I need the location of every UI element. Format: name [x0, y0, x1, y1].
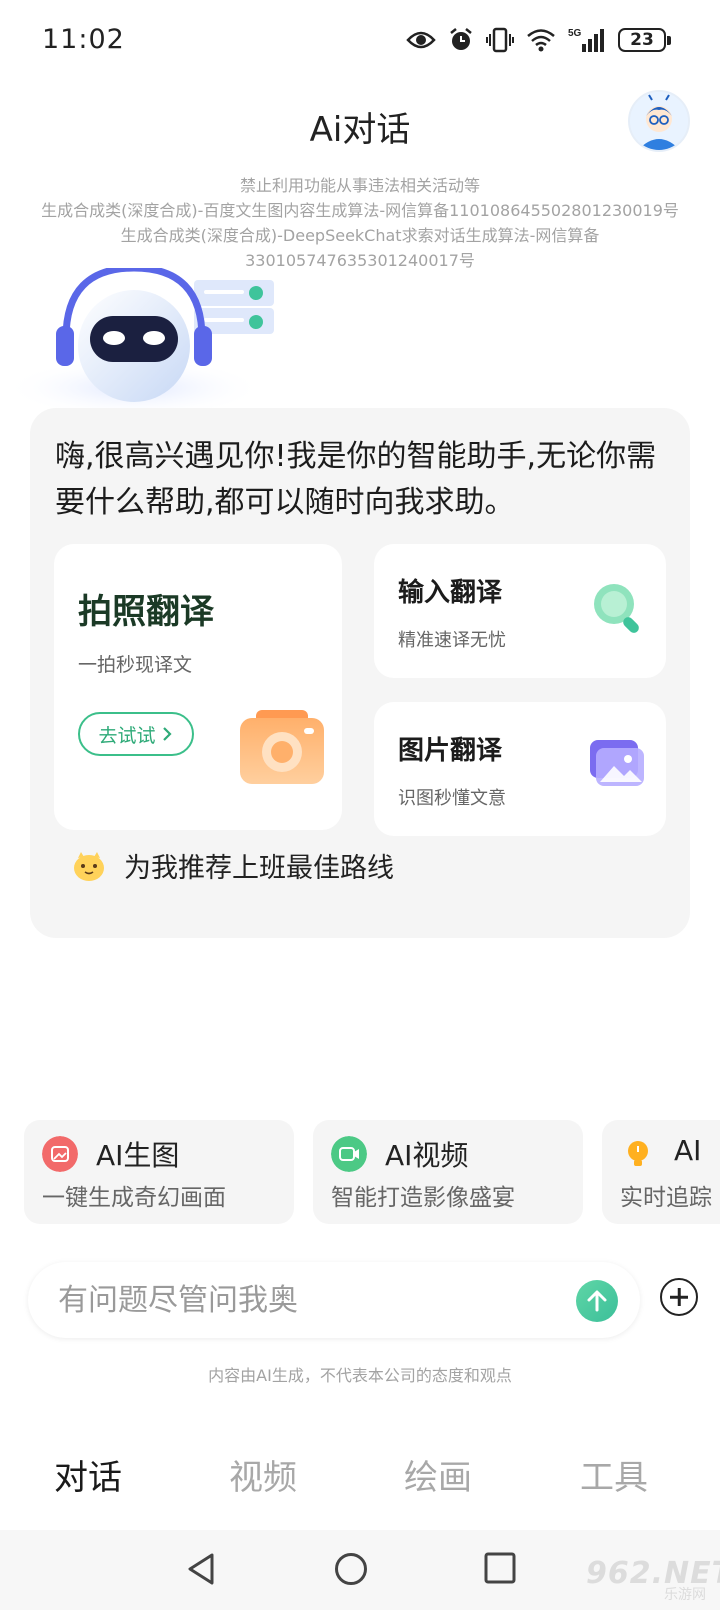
chevron-right-icon	[162, 727, 172, 741]
eye-icon	[406, 31, 436, 49]
chat-input[interactable]	[58, 1276, 538, 1324]
vibrate-icon	[486, 27, 514, 53]
svg-text:5G: 5G	[568, 28, 582, 39]
photo-translate-subtitle: 一拍秒现译文	[78, 654, 193, 676]
chip-subtitle: 实时追踪	[620, 1185, 712, 1211]
picture-icon	[590, 740, 644, 786]
tab-drawing[interactable]: 绘画	[378, 1450, 498, 1499]
chat-input-bar	[28, 1262, 640, 1338]
chip-subtitle: 智能打造影像盛宴	[331, 1185, 515, 1211]
ai-image-chip[interactable]: AI生图 一键生成奇幻画面	[24, 1120, 294, 1224]
suggestion-item[interactable]: 为我推荐上班最佳路线	[72, 846, 394, 885]
watermark-sub: 乐游网	[664, 1587, 706, 1603]
battery-indicator: 23	[618, 28, 671, 52]
notice-line: 禁止利用功能从事违法相关活动等	[239, 176, 480, 195]
back-icon[interactable]	[186, 1552, 216, 1586]
ai-video-chip[interactable]: AI视频 智能打造影像盛宴	[313, 1120, 583, 1224]
magnifier-icon	[594, 584, 639, 633]
tab-chat[interactable]: 对话	[28, 1450, 148, 1499]
tab-tools[interactable]: 工具	[554, 1450, 674, 1499]
notice-line: 生成合成类(深度合成)-百度文生图内容生成算法-网信算备110108645502…	[41, 201, 679, 220]
ai-disclaimer: 内容由AI生成，不代表本公司的态度和观点	[208, 1366, 512, 1385]
greeting-text: 嗨,很高兴遇见你!我是你的智能助手,无论你需要什么帮助,都可以随时向我求助。	[55, 439, 657, 520]
input-translate-tile[interactable]: 输入翻译 精准速译无忧	[374, 544, 666, 678]
alarm-icon	[450, 28, 472, 50]
photo-translate-tile[interactable]: 拍照翻译 一拍秒现译文 去试试	[54, 544, 342, 830]
wifi-icon	[527, 29, 555, 52]
home-icon[interactable]	[334, 1552, 368, 1586]
tab-video[interactable]: 视频	[203, 1450, 323, 1499]
chip-title: AI生图	[96, 1139, 180, 1172]
send-button[interactable]	[576, 1280, 618, 1322]
system-nav-bar: 962.NET 乐游网	[0, 1530, 720, 1610]
chip-subtitle: 一键生成奇幻画面	[42, 1185, 226, 1211]
try-button-label: 去试试	[98, 724, 156, 747]
input-translate-subtitle: 精准速译无忧	[398, 630, 506, 651]
user-avatar-icon	[630, 92, 688, 150]
photo-translate-title: 拍照翻译	[78, 592, 214, 632]
chip-title: AI	[674, 1134, 702, 1167]
feature-chips: AI生图 一键生成奇幻画面 AI视频 智能打造影像盛宴 AI 实时追踪	[24, 1120, 720, 1224]
arrow-up-icon	[587, 1290, 607, 1312]
avatar[interactable]	[628, 90, 690, 152]
bottom-tabs: 对话 视频 绘画 工具	[0, 1450, 720, 1520]
suggestion-text: 为我推荐上班最佳路线	[124, 853, 394, 884]
camera-icon	[240, 710, 324, 784]
image-translate-subtitle: 识图秒懂文意	[398, 788, 506, 809]
bulb-icon	[628, 1141, 648, 1166]
image-translate-tile[interactable]: 图片翻译 识图秒懂文意	[374, 702, 666, 836]
signal-5g-icon: 5G	[568, 28, 604, 52]
video-icon	[331, 1136, 367, 1172]
watermark-logo: 962.NET 乐游网	[582, 1556, 720, 1606]
image-gen-icon	[42, 1136, 78, 1172]
emoji-face-icon	[74, 851, 104, 881]
notice-line: 生成合成类(深度合成)-DeepSeekChat求索对话生成算法-网信算备	[120, 226, 600, 245]
regulatory-notice: 禁止利用功能从事违法相关活动等 生成合成类(深度合成)-百度文生图内容生成算法-…	[0, 173, 720, 273]
ai-track-chip[interactable]: AI 实时追踪	[602, 1120, 720, 1224]
recents-icon[interactable]	[484, 1552, 516, 1584]
add-button[interactable]	[660, 1278, 698, 1316]
try-button[interactable]: 去试试	[78, 712, 194, 756]
image-translate-title: 图片翻译	[398, 736, 503, 766]
status-time: 11:02	[42, 24, 125, 55]
input-translate-title: 输入翻译	[398, 578, 503, 608]
page-title: Ai对话	[309, 110, 411, 150]
robot-mascot-icon	[4, 268, 274, 418]
status-icons: 5G 23	[406, 26, 671, 54]
welcome-card: 嗨,很高兴遇见你!我是你的智能助手,无论你需要什么帮助,都可以随时向我求助。 拍…	[30, 408, 690, 938]
status-bar: 11:02 5G 23	[0, 0, 720, 84]
chip-title: AI视频	[385, 1139, 469, 1172]
